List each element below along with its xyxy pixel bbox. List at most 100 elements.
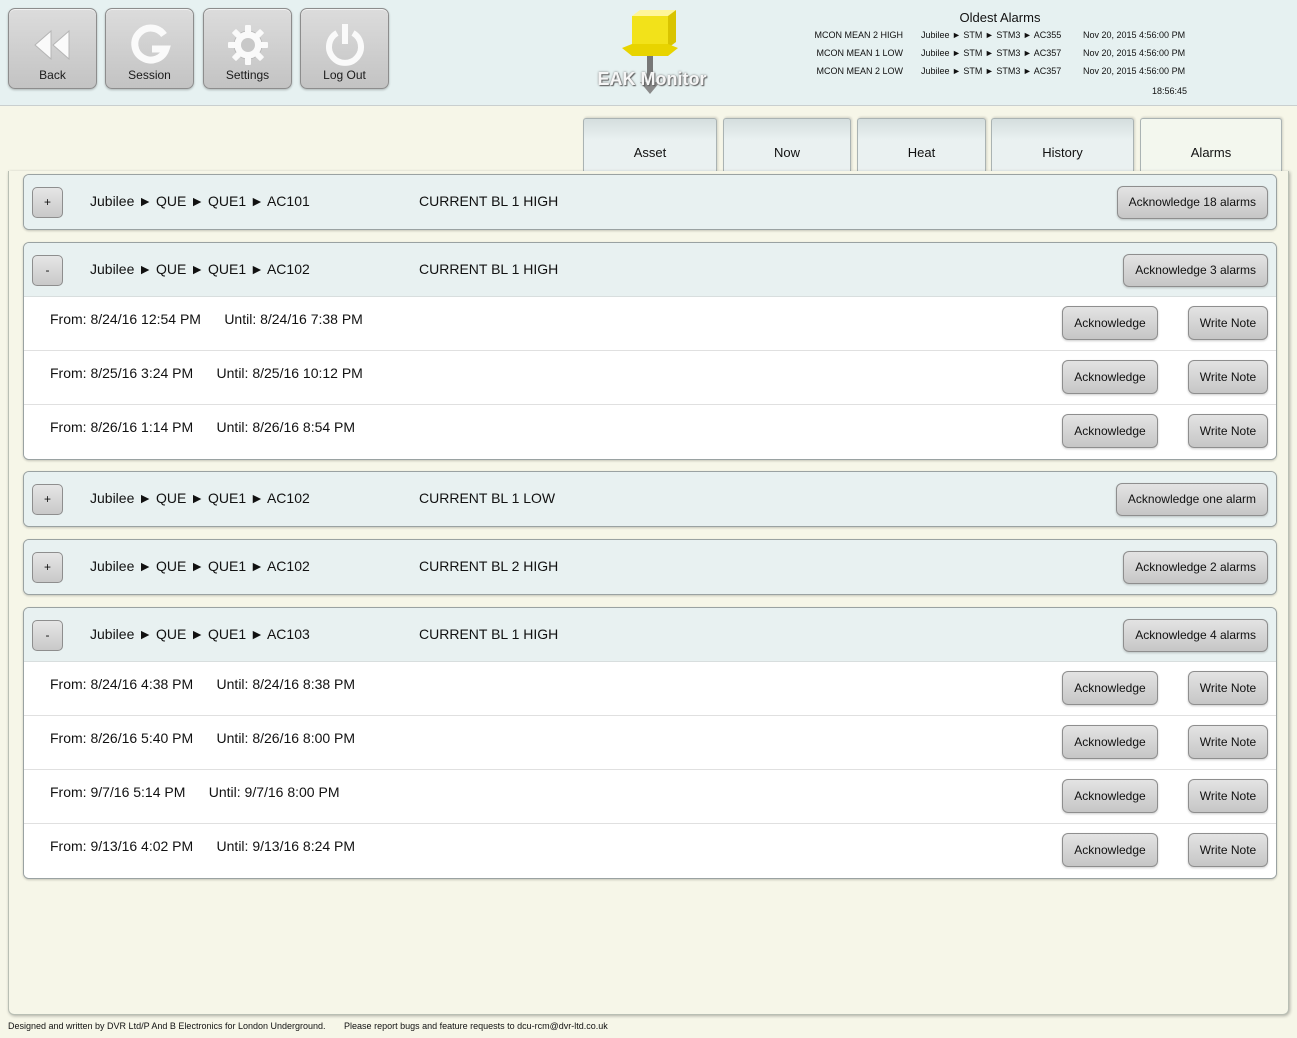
from-date: From: 8/24/16 4:38 PM	[50, 676, 194, 692]
back-button[interactable]: Back	[8, 8, 97, 89]
footer-credit: Designed and written by DVR Ltd/P And B …	[8, 1021, 326, 1031]
alarm-row: From: 8/24/16 12:54 PM Until: 8/24/16 7:…	[24, 297, 1276, 351]
alarm-row: From: 9/13/16 4:02 PM Until: 9/13/16 8:2…	[24, 824, 1276, 878]
logout-button[interactable]: Log Out	[300, 8, 389, 89]
acknowledge-button[interactable]: Acknowledge	[1062, 779, 1158, 813]
acknowledge-button[interactable]: Acknowledge	[1062, 725, 1158, 759]
from-date: From: 8/24/16 12:54 PM	[50, 311, 201, 327]
write-note-button[interactable]: Write Note	[1188, 671, 1268, 705]
oldest-alarm-date: Nov 20, 2015 4:56:00 PM	[1083, 30, 1186, 40]
settings-label: Settings	[225, 68, 270, 82]
acknowledge-all-button[interactable]: Acknowledge 4 alarms	[1123, 619, 1268, 652]
asset-path: Jubilee ► QUE ► QUE1 ► AC102	[90, 558, 310, 574]
collapse-button[interactable]: -	[32, 255, 63, 286]
alarm-row: From: 8/24/16 4:38 PM Until: 8/24/16 8:3…	[24, 662, 1276, 716]
until-date: Until: 8/25/16 10:12 PM	[216, 365, 363, 381]
oldest-alarm-type: MCON MEAN 2 HIGH	[814, 30, 903, 40]
alarm-group: + Jubilee ► QUE ► QUE1 ► AC102 CURRENT B…	[23, 539, 1277, 595]
write-note-button[interactable]: Write Note	[1188, 414, 1268, 448]
footer-report: Please report bugs and feature requests …	[344, 1021, 608, 1031]
write-note-button[interactable]: Write Note	[1188, 833, 1268, 867]
oldest-alarm-path: Jubilee ► STM ► STM3 ► AC357	[921, 48, 1062, 58]
alarm-period: From: 9/13/16 4:02 PM Until: 9/13/16 8:2…	[50, 838, 355, 854]
asset-path: Jubilee ► QUE ► QUE1 ► AC103	[90, 626, 310, 642]
alarm-period: From: 8/26/16 5:40 PM Until: 8/26/16 8:0…	[50, 730, 355, 746]
from-date: From: 9/13/16 4:02 PM	[50, 838, 194, 854]
oldest-alarm-row: MCON MEAN 2 LOW Jubilee ► STM ► STM3 ► A…	[805, 64, 1195, 82]
tab-now[interactable]: Now	[723, 118, 851, 172]
footer: Designed and written by DVR Ltd/P And B …	[8, 1021, 608, 1031]
settings-button[interactable]: Settings	[203, 8, 292, 89]
alarm-row: From: 8/25/16 3:24 PM Until: 8/25/16 10:…	[24, 351, 1276, 405]
tab-label: Now	[773, 145, 800, 160]
write-note-button[interactable]: Write Note	[1188, 360, 1268, 394]
from-date: From: 8/26/16 1:14 PM	[50, 419, 194, 435]
rewind-icon	[9, 23, 96, 67]
alarm-type: CURRENT BL 1 LOW	[419, 490, 556, 506]
oldest-alarm-path: Jubilee ► STM ► STM3 ► AC355	[921, 30, 1062, 40]
session-label: Session	[128, 68, 171, 82]
acknowledge-all-button[interactable]: Acknowledge 3 alarms	[1123, 254, 1268, 287]
until-date: Until: 8/26/16 8:00 PM	[216, 730, 356, 746]
session-button[interactable]: Session	[105, 8, 194, 89]
asset-path: Jubilee ► QUE ► QUE1 ► AC101	[90, 193, 310, 209]
write-note-button[interactable]: Write Note	[1188, 306, 1268, 340]
tab-asset[interactable]: Asset	[583, 118, 717, 172]
acknowledge-button[interactable]: Acknowledge	[1062, 414, 1158, 448]
alarm-group: + Jubilee ► QUE ► QUE1 ► AC102 CURRENT B…	[23, 471, 1277, 527]
clock: 18:56:45	[1151, 86, 1187, 96]
oldest-alarms-title: Oldest Alarms	[959, 10, 1041, 25]
alarm-period: From: 8/25/16 3:24 PM Until: 8/25/16 10:…	[50, 365, 363, 381]
tab-label: Heat	[907, 145, 936, 160]
oldest-alarm-row: MCON MEAN 2 HIGH Jubilee ► STM ► STM3 ► …	[805, 28, 1195, 46]
alarm-type: CURRENT BL 1 HIGH	[419, 261, 559, 277]
expand-button[interactable]: +	[32, 552, 63, 583]
alarm-type: CURRENT BL 2 HIGH	[419, 558, 559, 574]
from-date: From: 8/26/16 5:40 PM	[50, 730, 194, 746]
write-note-button[interactable]: Write Note	[1188, 779, 1268, 813]
expand-button[interactable]: +	[32, 187, 63, 218]
alarm-group-header: + Jubilee ► QUE ► QUE1 ► AC101 CURRENT B…	[24, 175, 1276, 229]
oldest-alarm-date: Nov 20, 2015 4:56:00 PM	[1083, 66, 1186, 76]
until-date: Until: 9/13/16 8:24 PM	[216, 838, 356, 854]
acknowledge-all-button[interactable]: Acknowledge 2 alarms	[1123, 551, 1268, 584]
alarm-group-header: - Jubilee ► QUE ► QUE1 ► AC102 CURRENT B…	[24, 243, 1276, 297]
acknowledge-all-button[interactable]: Acknowledge one alarm	[1115, 483, 1268, 516]
from-date: From: 9/7/16 5:14 PM	[50, 784, 186, 800]
alarms-panel: + Jubilee ► QUE ► QUE1 ► AC101 CURRENT B…	[8, 171, 1289, 1015]
tab-history[interactable]: History	[991, 118, 1134, 172]
tab-label: Asset	[633, 145, 667, 160]
tab-alarms[interactable]: Alarms	[1140, 118, 1282, 172]
acknowledge-button[interactable]: Acknowledge	[1062, 671, 1158, 705]
write-note-button[interactable]: Write Note	[1188, 725, 1268, 759]
tab-label: Alarms	[1190, 145, 1232, 160]
alarm-period: From: 8/26/16 1:14 PM Until: 8/26/16 8:5…	[50, 419, 355, 435]
acknowledge-button[interactable]: Acknowledge	[1062, 833, 1158, 867]
alarm-row: From: 9/7/16 5:14 PM Until: 9/7/16 8:00 …	[24, 770, 1276, 824]
power-icon	[301, 23, 388, 67]
alarm-group: - Jubilee ► QUE ► QUE1 ► AC102 CURRENT B…	[23, 242, 1277, 460]
until-date: Until: 9/7/16 8:00 PM	[208, 784, 340, 800]
acknowledge-button[interactable]: Acknowledge	[1062, 360, 1158, 394]
acknowledge-button[interactable]: Acknowledge	[1062, 306, 1158, 340]
expand-button[interactable]: +	[32, 484, 63, 515]
until-date: Until: 8/24/16 7:38 PM	[224, 311, 363, 327]
oldest-alarm-date: Nov 20, 2015 4:56:00 PM	[1083, 48, 1186, 58]
asset-path: Jubilee ► QUE ► QUE1 ► AC102	[90, 490, 310, 506]
acknowledge-all-button[interactable]: Acknowledge 18 alarms	[1116, 186, 1268, 219]
oldest-alarm-row: MCON MEAN 1 LOW Jubilee ► STM ► STM3 ► A…	[805, 46, 1195, 64]
alarm-period: From: 9/7/16 5:14 PM Until: 9/7/16 8:00 …	[50, 784, 340, 800]
back-label: Back	[39, 68, 66, 82]
tab-heat[interactable]: Heat	[857, 118, 986, 172]
alarm-type: CURRENT BL 1 HIGH	[419, 193, 559, 209]
from-date: From: 8/25/16 3:24 PM	[50, 365, 194, 381]
logo-text: EAK Monitor	[597, 69, 707, 89]
collapse-button[interactable]: -	[32, 620, 63, 651]
until-date: Until: 8/24/16 8:38 PM	[216, 676, 356, 692]
alarm-row: From: 8/26/16 5:40 PM Until: 8/26/16 8:0…	[24, 716, 1276, 770]
alarm-group-header: + Jubilee ► QUE ► QUE1 ► AC102 CURRENT B…	[24, 472, 1276, 526]
oldest-alarm-type: MCON MEAN 2 LOW	[816, 66, 903, 76]
alarm-group-header: - Jubilee ► QUE ► QUE1 ► AC103 CURRENT B…	[24, 608, 1276, 662]
oldest-alarm-path: Jubilee ► STM ► STM3 ► AC357	[921, 66, 1062, 76]
alarm-row: From: 8/26/16 1:14 PM Until: 8/26/16 8:5…	[24, 405, 1276, 459]
